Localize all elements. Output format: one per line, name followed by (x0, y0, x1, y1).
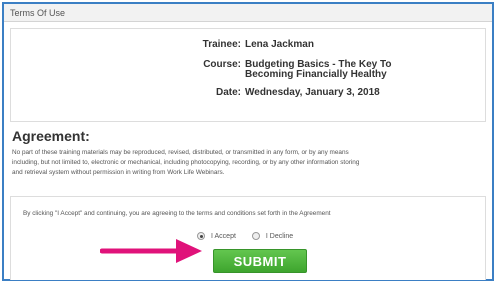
accept-option-label: I Accept (211, 232, 236, 240)
decline-option-label: I Decline (265, 232, 294, 240)
decline-radio[interactable] (251, 232, 260, 240)
agreement-text: No part of these training materials may … (12, 148, 488, 178)
trainee-value: Lena Jackman (245, 39, 314, 50)
decline-option[interactable]: I Decline (251, 232, 294, 240)
terms-of-use-panel: Terms Of Use Trainee: Lena Jackman Cours… (2, 2, 494, 281)
date-label: Date: (215, 87, 241, 98)
arrow-right-icon (100, 239, 202, 263)
course-label: Course: (203, 59, 241, 70)
trainee-info-box: Trainee: Lena Jackman Course: Budgeting … (10, 28, 486, 122)
agreement-heading: Agreement: (12, 128, 90, 144)
panel-title: Terms Of Use (4, 4, 492, 22)
trainee-label: Trainee: (202, 39, 241, 50)
agreement-line-3: and retrieval system without permission … (12, 169, 225, 176)
accept-box: By clicking "I Accept" and continuing, y… (10, 196, 486, 280)
date-value: Wednesday, January 3, 2018 (245, 87, 380, 98)
agreement-line-1: No part of these training materials may … (12, 149, 349, 156)
agreement-line-2: including, but not limited to, electroni… (12, 159, 360, 166)
accept-radio-group: I Accept I Decline (197, 232, 309, 240)
accept-notice: By clicking "I Accept" and continuing, y… (23, 210, 331, 217)
course-value-line2: Becoming Financially Healthy (245, 69, 387, 80)
submit-button[interactable]: SUBMIT (213, 249, 307, 273)
